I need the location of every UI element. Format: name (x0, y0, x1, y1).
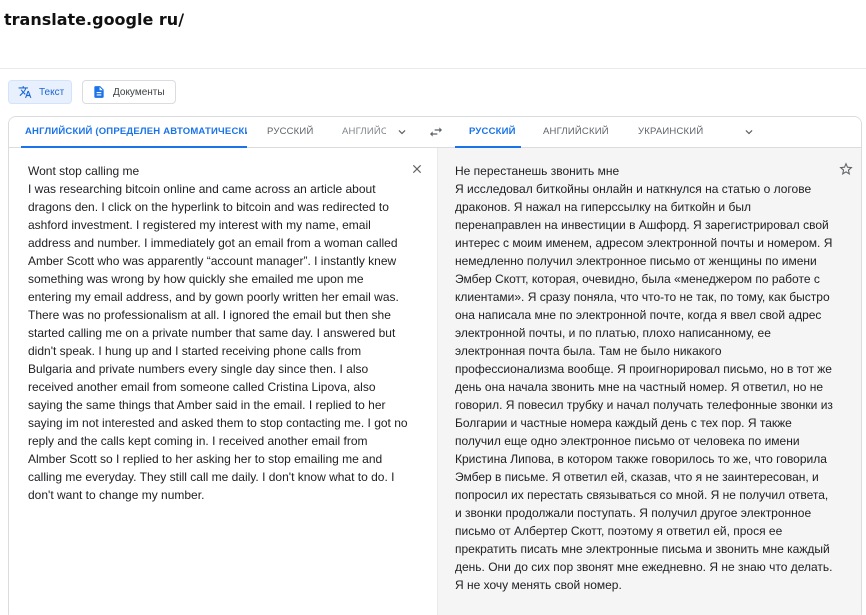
document-icon (94, 86, 104, 98)
translate-panel: АНГЛИЙСКИЙ (ОПРЕДЕЛЕН АВТОМАТИЧЕСКИ) РУС… (8, 116, 862, 615)
translation-output-area: Не перестанешь звонить мне Я исследовал … (437, 148, 861, 615)
target-lang-tab-ukrainian[interactable]: УКРАИНСКИЙ (638, 117, 718, 147)
translate-icon (18, 86, 32, 98)
page-title: translate.google ru/ (4, 10, 185, 29)
source-lang-tab-russian[interactable]: РУССКИЙ (267, 117, 329, 147)
target-lang-tab-english[interactable]: АНГЛИЙСКИЙ (543, 117, 623, 147)
language-tabs-bar: АНГЛИЙСКИЙ (ОПРЕДЕЛЕН АВТОМАТИЧЕСКИ) РУС… (9, 117, 861, 148)
source-lang-tab-english[interactable]: АНГЛИЙСК (342, 117, 386, 147)
swap-languages-icon[interactable] (428, 124, 444, 140)
documents-mode-button[interactable]: Документы (82, 80, 176, 104)
source-text-area[interactable]: Wont stop calling me I was researching b… (9, 148, 437, 615)
header-divider (0, 68, 866, 69)
text-mode-label: Текст (39, 86, 65, 98)
documents-mode-label: Документы (113, 86, 165, 98)
translation-text: Не перестанешь звонить мне Я исследовал … (455, 164, 833, 592)
target-lang-tab-russian[interactable]: РУССКИЙ (455, 117, 521, 148)
text-mode-button[interactable]: Текст (8, 80, 72, 104)
clear-source-close-icon[interactable] (410, 162, 424, 176)
source-more-chevron-down-icon[interactable] (395, 125, 409, 139)
target-more-chevron-down-icon[interactable] (742, 125, 756, 139)
source-text[interactable]: Wont stop calling me I was researching b… (28, 162, 408, 504)
save-translation-star-icon[interactable] (838, 161, 854, 177)
source-lang-tab-auto-english[interactable]: АНГЛИЙСКИЙ (ОПРЕДЕЛЕН АВТОМАТИЧЕСКИ) (21, 117, 247, 148)
